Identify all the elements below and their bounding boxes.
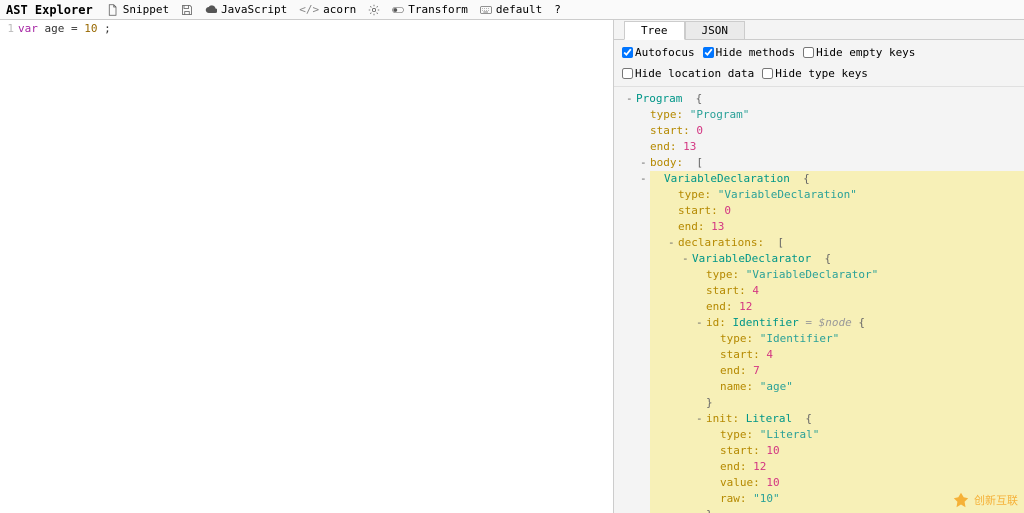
- help-icon: ?: [554, 3, 561, 16]
- cloud-icon: [205, 4, 217, 16]
- parser-menu[interactable]: </> acorn: [295, 3, 360, 16]
- node-vardeclarator[interactable]: VariableDeclarator: [692, 252, 811, 265]
- node-literal[interactable]: Literal: [746, 412, 792, 425]
- keyboard-icon: [480, 4, 492, 16]
- toggle-icon: [392, 4, 404, 16]
- toggle-icon[interactable]: -: [682, 251, 689, 267]
- toggle-icon[interactable]: -: [640, 171, 647, 187]
- code-line: 1 var age = 10 ;: [0, 22, 613, 35]
- transform-menu[interactable]: Transform: [388, 3, 472, 16]
- language-label: JavaScript: [221, 3, 287, 16]
- snippet-label: Snippet: [123, 3, 169, 16]
- token-eq: =: [71, 22, 84, 35]
- opt-hide-type[interactable]: Hide type keys: [762, 67, 868, 80]
- chk-autofocus[interactable]: [622, 47, 633, 58]
- opt-autofocus[interactable]: Autofocus: [622, 46, 695, 59]
- code-icon: </>: [299, 3, 319, 16]
- line-number: 1: [0, 22, 18, 35]
- opt-hide-empty[interactable]: Hide empty keys: [803, 46, 915, 59]
- token-identifier: age: [45, 22, 65, 35]
- help-button[interactable]: ?: [550, 3, 565, 16]
- file-icon: [107, 4, 119, 16]
- parser-settings-button[interactable]: [364, 4, 384, 16]
- toggle-icon[interactable]: -: [696, 315, 703, 331]
- top-toolbar: AST Explorer Snippet JavaScript </> acor…: [0, 0, 1024, 20]
- node-vardecl[interactable]: VariableDeclaration: [664, 172, 790, 185]
- app-title: AST Explorer: [6, 3, 93, 17]
- code-editor[interactable]: 1 var age = 10 ;: [0, 20, 614, 513]
- ast-tree[interactable]: - Program { type: "Program" start: 0 end…: [614, 87, 1024, 513]
- gear-icon: [368, 4, 380, 16]
- transform-label: Transform: [408, 3, 468, 16]
- language-menu[interactable]: JavaScript: [201, 3, 291, 16]
- chk-hide-methods[interactable]: [703, 47, 714, 58]
- save-button[interactable]: [177, 4, 197, 16]
- tab-json[interactable]: JSON: [685, 21, 746, 39]
- output-panel: Tree JSON Autofocus Hide methods Hide em…: [614, 20, 1024, 513]
- output-tabs: Tree JSON: [614, 20, 1024, 40]
- keymap-label: default: [496, 3, 542, 16]
- node-identifier[interactable]: Identifier: [733, 316, 799, 329]
- toggle-icon[interactable]: -: [668, 235, 675, 251]
- opt-hide-location[interactable]: Hide location data: [622, 67, 754, 80]
- code-content: var age = 10 ;: [18, 22, 111, 35]
- toggle-icon[interactable]: -: [640, 155, 647, 171]
- toggle-icon[interactable]: -: [696, 411, 703, 427]
- token-number: 10: [84, 22, 97, 35]
- token-keyword: var: [18, 22, 38, 35]
- parser-label: acorn: [323, 3, 356, 16]
- tree-options: Autofocus Hide methods Hide empty keys H…: [614, 40, 1024, 87]
- opt-hide-methods[interactable]: Hide methods: [703, 46, 795, 59]
- save-icon: [181, 4, 193, 16]
- toggle-icon[interactable]: -: [626, 91, 633, 107]
- chk-hide-empty[interactable]: [803, 47, 814, 58]
- node-program[interactable]: Program: [636, 92, 682, 105]
- snippet-menu[interactable]: Snippet: [103, 3, 173, 16]
- tab-tree[interactable]: Tree: [624, 21, 685, 40]
- keymap-menu[interactable]: default: [476, 3, 546, 16]
- token-semi: ;: [104, 22, 111, 35]
- chk-hide-type[interactable]: [762, 68, 773, 79]
- chk-hide-location[interactable]: [622, 68, 633, 79]
- main-split: 1 var age = 10 ; Tree JSON Autofocus Hid…: [0, 20, 1024, 513]
